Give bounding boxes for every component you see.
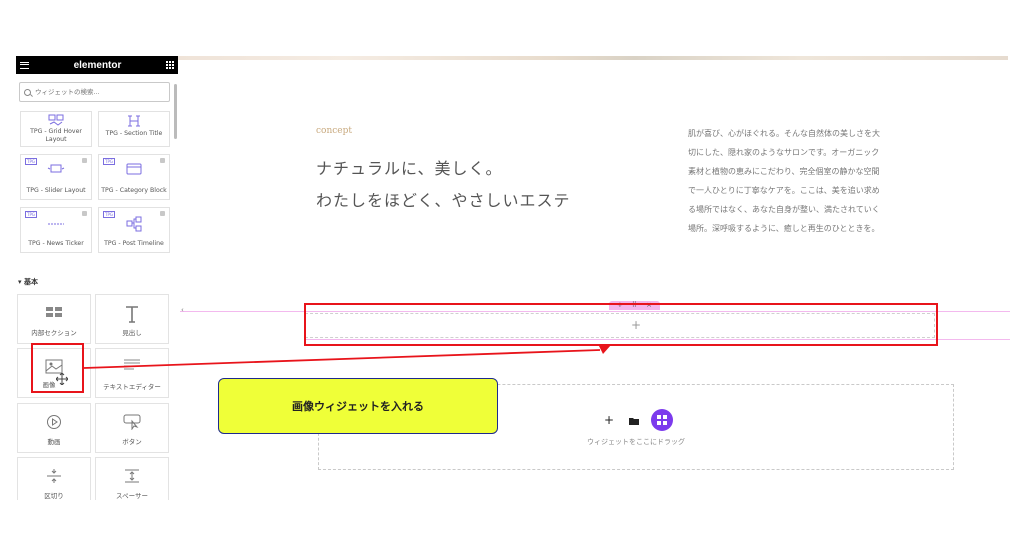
callout-text: 画像ウィジェットを入れる	[292, 400, 424, 413]
annotation-arrow	[83, 345, 611, 369]
instruction-callout: 画像ウィジェットを入れる	[218, 378, 498, 434]
